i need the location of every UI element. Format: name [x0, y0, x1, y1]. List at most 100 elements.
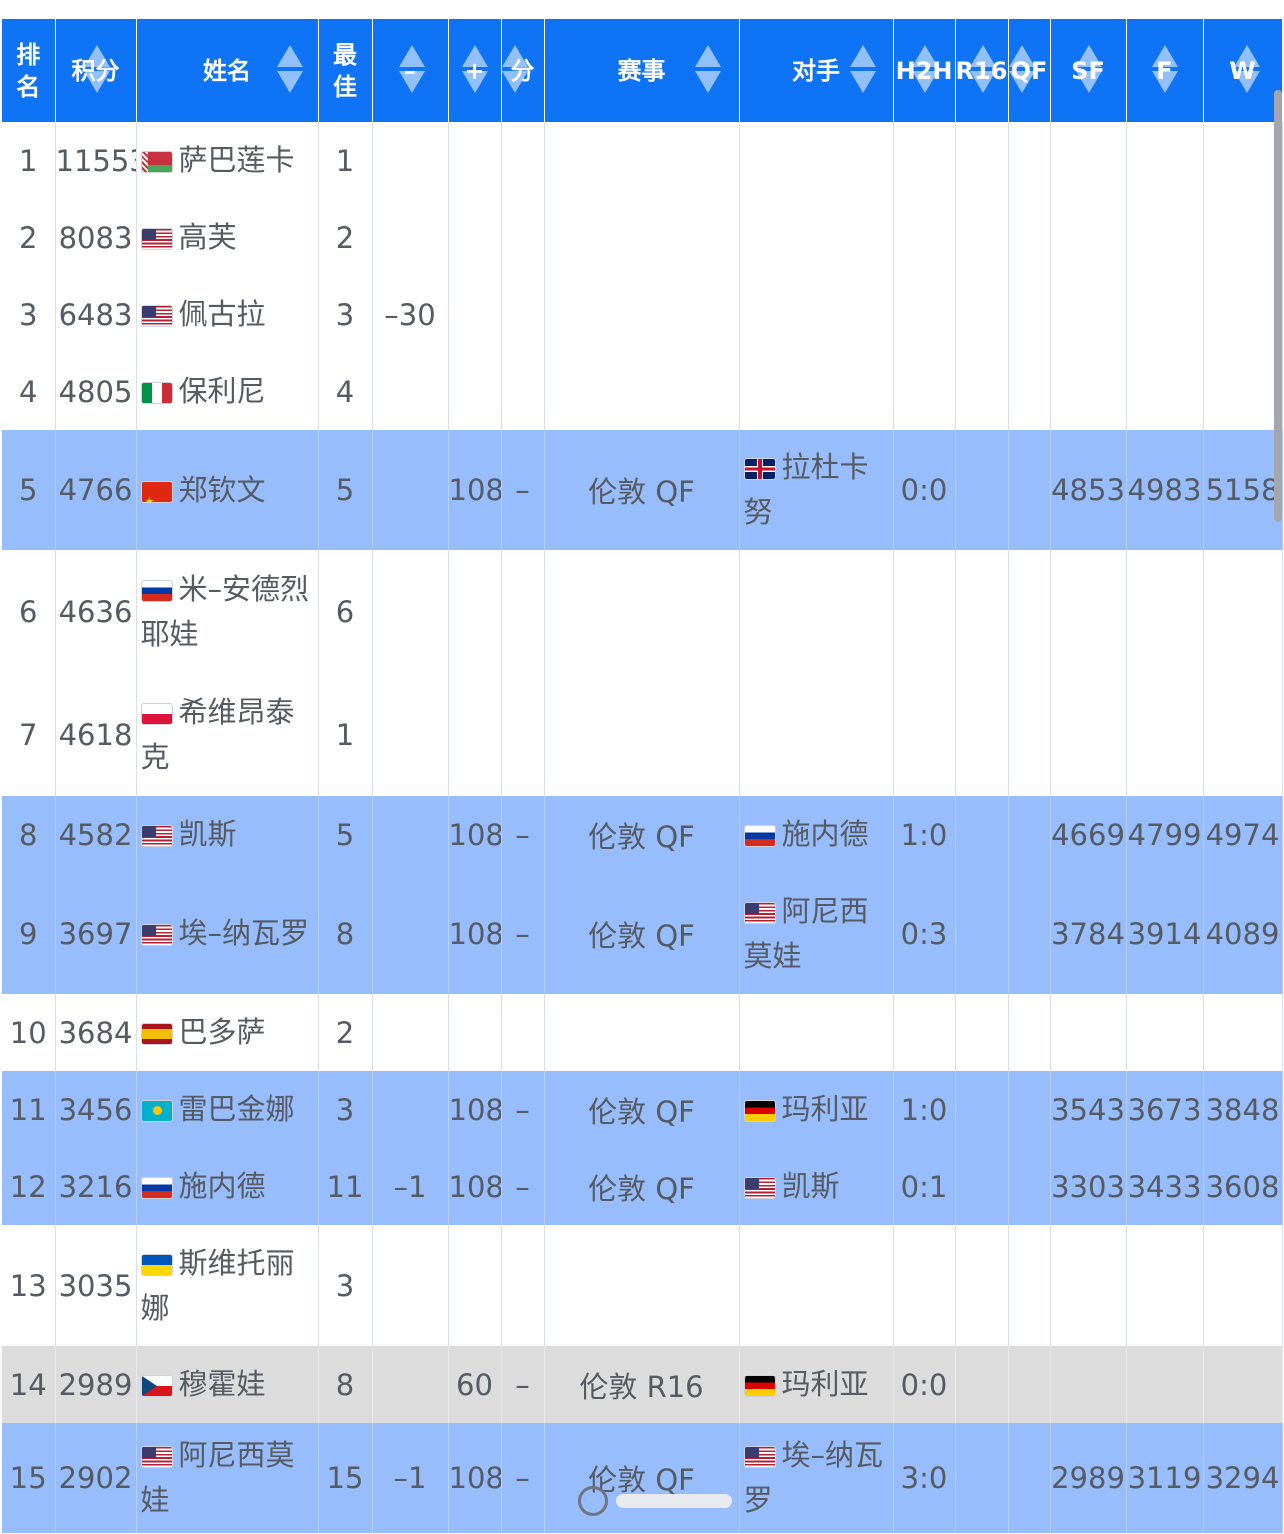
cell-qf: [1008, 550, 1051, 673]
flag-ukraine-icon: [140, 1253, 173, 1276]
player-name[interactable]: 郑钦文: [179, 473, 266, 507]
cell-event: 伦敦 R16: [544, 1346, 740, 1423]
cell-plus: [448, 122, 502, 199]
cell-event: 伦敦 QF: [544, 796, 740, 873]
table-row[interactable]: 12 3216 施内德 11 –1 108– 伦敦 QF 凯斯 0:1 3303 3433 3608: [2, 1148, 1283, 1225]
cell-rank: 6: [2, 550, 56, 673]
cell-opponent: [739, 673, 894, 796]
flag-poland-icon: [140, 702, 173, 725]
cell-name: 保利尼: [136, 353, 319, 430]
cell-f: [1126, 276, 1204, 353]
cell-f: [1126, 994, 1204, 1071]
cell-w: [1203, 199, 1283, 276]
player-name[interactable]: 高芙: [179, 220, 237, 254]
cell-points: 4805: [55, 353, 137, 430]
cell-points: 4766: [55, 430, 137, 550]
cell-score: [501, 1225, 545, 1346]
cell-h2h: [893, 353, 956, 430]
flag-belarus-icon: [140, 151, 173, 173]
header-sf-label: SF: [1071, 56, 1105, 85]
table-row[interactable]: 10 3684 巴多萨 2: [2, 994, 1283, 1071]
cell-score: –: [501, 873, 545, 994]
table-row[interactable]: 9 3697 埃–纳瓦罗 8 108– 伦敦 QF 阿尼西莫娃 0:3 3784 3914 4089: [2, 873, 1283, 994]
cell-rank: 11: [2, 1071, 56, 1148]
cell-qf: [1008, 199, 1051, 276]
cell-f: 3433: [1126, 1148, 1204, 1225]
player-name[interactable]: 雷巴金娜: [179, 1092, 295, 1126]
cell-rank: 4: [2, 353, 56, 430]
player-name[interactable]: 穆霍娃: [179, 1367, 266, 1401]
header-score[interactable]: 分: [501, 19, 545, 122]
cell-minus: –1: [372, 1423, 449, 1533]
cell-opponent: 玛利亚: [739, 1071, 894, 1148]
cell-plus: 60: [448, 1346, 502, 1423]
cell-f: 3914: [1126, 873, 1204, 994]
header-qf[interactable]: QF: [1008, 19, 1051, 122]
flag-usa-icon: [140, 825, 173, 847]
cell-qf: [1008, 1346, 1051, 1423]
cell-h2h: 0:3: [893, 873, 956, 994]
cell-h2h: [893, 122, 956, 199]
cell-opponent: [739, 994, 894, 1071]
player-name[interactable]: 埃–纳瓦罗: [179, 916, 310, 950]
cell-name: 斯维托丽娜: [136, 1225, 319, 1346]
player-name[interactable]: 萨巴莲卡: [179, 143, 295, 177]
table-row[interactable]: 13 3035 斯维托丽娜 3: [2, 1225, 1283, 1346]
header-best[interactable]: 最佳: [318, 19, 373, 122]
table-row[interactable]: 54766郑钦文5108–伦敦 QF拉杜卡努0:0485349835158: [2, 430, 1283, 550]
header-event[interactable]: 赛事: [544, 19, 740, 122]
header-w-label: W: [1229, 56, 1256, 85]
player-name[interactable]: 巴多萨: [179, 1015, 266, 1049]
table-row[interactable]: 2 8083 高芙 2: [2, 199, 1283, 276]
cell-best: 15: [318, 1423, 373, 1533]
opponent-name: 施内德: [781, 817, 869, 851]
table-body: 111553萨巴莲卡128083高芙236483佩古拉3–3044805保利尼4…: [2, 122, 1283, 1533]
cell-points: 3697: [55, 873, 137, 994]
cell-best: 4: [318, 353, 373, 430]
header-name[interactable]: 姓名: [136, 19, 319, 122]
player-name[interactable]: 保利尼: [179, 374, 266, 408]
table-row[interactable]: 8 4582 凯斯 5 108– 伦敦 QF 施内德 1:0 4669 4799 4974: [2, 796, 1283, 873]
cell-h2h: [893, 550, 956, 673]
cell-w: [1203, 550, 1283, 673]
cell-points: 4582: [55, 796, 137, 873]
flag-usa-icon: [140, 228, 173, 250]
header-rank[interactable]: 排名: [2, 19, 56, 122]
cell-sf: [1050, 994, 1127, 1071]
header-plus[interactable]: +: [448, 19, 502, 122]
cell-r16: [955, 873, 1009, 994]
player-name[interactable]: 佩古拉: [179, 297, 266, 331]
table-row[interactable]: 7 4618 希维昂泰克 1: [2, 673, 1283, 796]
header-h2h-label: H2H: [895, 56, 953, 85]
cell-name: 米–安德烈耶娃: [136, 550, 319, 673]
table-row[interactable]: 6 4636 米–安德烈耶娃 6: [2, 550, 1283, 673]
opponent-name: 凯斯: [781, 1169, 840, 1203]
cell-r16: [955, 1225, 1009, 1346]
header-h2h[interactable]: H2H: [893, 19, 956, 122]
header-minus[interactable]: –: [372, 19, 449, 122]
cell-sf: 2989: [1050, 1423, 1127, 1533]
vertical-scrollbar[interactable]: [1274, 90, 1282, 522]
flag-usa-icon: [743, 1177, 776, 1199]
table-row[interactable]: 4 4805 保利尼 4: [2, 353, 1283, 430]
cell-h2h: [893, 673, 956, 796]
cell-sf: [1050, 353, 1127, 430]
header-r16[interactable]: R16: [955, 19, 1009, 122]
player-name[interactable]: 施内德: [179, 1169, 266, 1203]
header-w[interactable]: W: [1203, 19, 1283, 122]
player-name[interactable]: 凯斯: [179, 817, 237, 851]
header-sf[interactable]: SF: [1050, 19, 1127, 122]
cell-sf: [1050, 122, 1127, 199]
header-points[interactable]: 积分: [55, 19, 137, 122]
header-opponent[interactable]: 对手: [739, 19, 894, 122]
cell-score: [501, 122, 545, 199]
cell-minus: [372, 1225, 449, 1346]
table-row[interactable]: 11 3456 雷巴金娜 3 108– 伦敦 QF 玛利亚 1:0 3543 3673 3848: [2, 1071, 1283, 1148]
cell-sf: [1050, 1225, 1127, 1346]
table-row[interactable]: 14 2989 穆霍娃 8 60– 伦敦 R16 玛利亚 0:0: [2, 1346, 1283, 1423]
cell-w: 3294: [1203, 1423, 1283, 1533]
table-row[interactable]: 111553萨巴莲卡1: [2, 122, 1283, 199]
header-f[interactable]: F: [1126, 19, 1204, 122]
table-row[interactable]: 3 6483 佩古拉 3 –30: [2, 276, 1283, 353]
opponent-name: 玛利亚: [781, 1092, 869, 1126]
